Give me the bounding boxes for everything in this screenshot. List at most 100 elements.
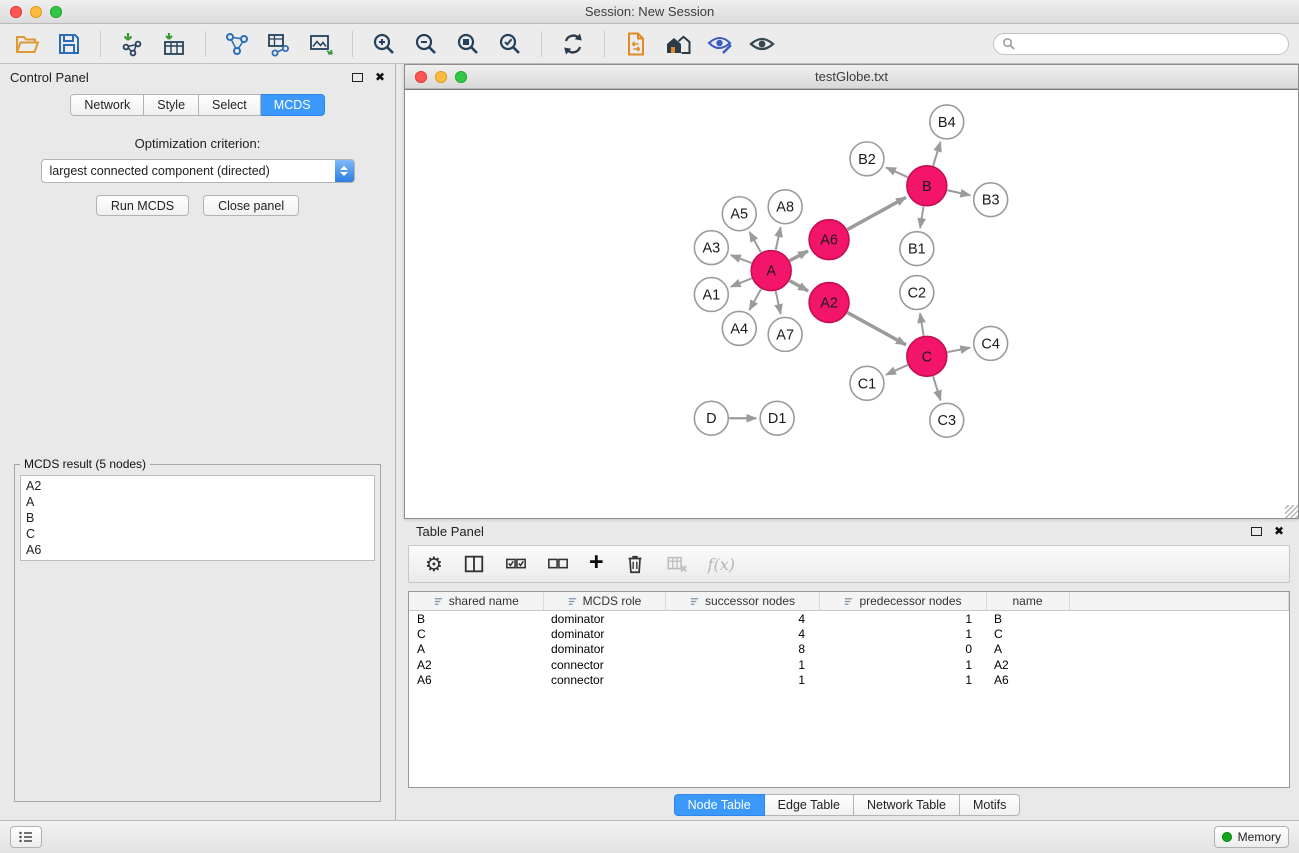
- edge-A-A2[interactable]: [790, 281, 809, 291]
- import-table-button[interactable]: [157, 29, 191, 59]
- edge-A-A6[interactable]: [790, 251, 808, 261]
- table-settings-button[interactable]: ⚙: [425, 550, 443, 578]
- node-C3[interactable]: C3: [930, 403, 964, 437]
- node-A7[interactable]: A7: [768, 317, 802, 351]
- minimize-window-button[interactable]: [30, 6, 42, 18]
- run-mcds-button[interactable]: Run MCDS: [96, 195, 189, 216]
- new-network-button[interactable]: [220, 29, 254, 59]
- import-network-button[interactable]: [115, 29, 149, 59]
- tab-edge-table[interactable]: Edge Table: [765, 794, 854, 816]
- node-A4[interactable]: A4: [722, 311, 756, 345]
- criterion-select[interactable]: largest connected component (directed): [41, 159, 355, 183]
- maximize-window-button[interactable]: [50, 6, 62, 18]
- result-item[interactable]: C: [26, 526, 369, 542]
- close-panel-icon[interactable]: ✖: [1274, 525, 1284, 537]
- edge-C-C3[interactable]: [933, 376, 940, 400]
- export-image-button[interactable]: [304, 29, 338, 59]
- resize-grip[interactable]: [1285, 505, 1298, 518]
- table-row[interactable]: Cdominator41C: [409, 626, 1289, 642]
- add-column-button[interactable]: +: [589, 550, 604, 578]
- node-C2[interactable]: C2: [900, 276, 934, 310]
- node-C1[interactable]: C1: [850, 366, 884, 400]
- column-header-mcds-role[interactable]: MCDS role: [543, 592, 665, 611]
- show-hide-graphics-button[interactable]: [745, 29, 779, 59]
- save-session-button[interactable]: [52, 29, 86, 59]
- column-header-predecessor-nodes[interactable]: predecessor nodes: [819, 592, 986, 611]
- open-session-button[interactable]: [10, 29, 44, 59]
- node-A3[interactable]: A3: [694, 231, 728, 265]
- tab-node-table[interactable]: Node Table: [674, 794, 765, 816]
- apply-layout-button[interactable]: [556, 29, 590, 59]
- edge-B-B1[interactable]: [920, 206, 923, 228]
- table-row[interactable]: A6connector11A6: [409, 673, 1289, 689]
- float-panel-icon[interactable]: [352, 73, 363, 82]
- close-panel-icon[interactable]: ✖: [375, 71, 385, 83]
- network-overview-button[interactable]: [661, 29, 695, 59]
- tab-network[interactable]: Network: [70, 94, 144, 116]
- node-C[interactable]: C: [907, 336, 947, 376]
- tab-network-table[interactable]: Network Table: [854, 794, 960, 816]
- node-C4[interactable]: C4: [974, 326, 1008, 360]
- node-A6[interactable]: A6: [809, 220, 849, 260]
- edge-B-B4[interactable]: [933, 142, 940, 166]
- zoom-fit-button[interactable]: [451, 29, 485, 59]
- memory-button[interactable]: Memory: [1214, 826, 1289, 848]
- column-header-name[interactable]: name: [986, 592, 1069, 611]
- search-box[interactable]: [993, 33, 1289, 55]
- table-row[interactable]: Adominator80A: [409, 642, 1289, 658]
- node-A8[interactable]: A8: [768, 190, 802, 224]
- table-row[interactable]: A2connector11A2: [409, 657, 1289, 673]
- table-row[interactable]: Bdominator41B: [409, 611, 1289, 627]
- select-all-button[interactable]: [505, 550, 527, 578]
- node-A5[interactable]: A5: [722, 197, 756, 231]
- edge-A-A4[interactable]: [749, 289, 761, 310]
- delete-column-button[interactable]: [624, 550, 646, 578]
- edge-A-A5[interactable]: [750, 232, 761, 252]
- result-item[interactable]: A6: [26, 542, 369, 558]
- close-window-button[interactable]: [415, 71, 427, 83]
- node-D1[interactable]: D1: [760, 401, 794, 435]
- node-B2[interactable]: B2: [850, 142, 884, 176]
- zoom-in-button[interactable]: [367, 29, 401, 59]
- column-header-shared-name[interactable]: shared name: [409, 592, 543, 611]
- result-item[interactable]: A2: [26, 478, 369, 494]
- column-header-successor-nodes[interactable]: successor nodes: [665, 592, 819, 611]
- zoom-selected-button[interactable]: [493, 29, 527, 59]
- float-panel-icon[interactable]: [1251, 527, 1262, 536]
- network-from-table-button[interactable]: [262, 29, 296, 59]
- session-file-button[interactable]: [619, 29, 653, 59]
- edge-B-B3[interactable]: [947, 190, 970, 195]
- edge-A6-B[interactable]: [847, 197, 905, 229]
- task-history-button[interactable]: [10, 826, 42, 848]
- node-B4[interactable]: B4: [930, 105, 964, 139]
- network-canvas[interactable]: AA1A2A3A4A5A6A7A8BB1B2B3B4CC1C2C3C4DD1: [405, 89, 1298, 518]
- edge-A-A3[interactable]: [731, 255, 752, 263]
- show-columns-button[interactable]: [463, 550, 485, 578]
- edge-A-A8[interactable]: [776, 227, 781, 250]
- node-A2[interactable]: A2: [809, 283, 849, 323]
- maximize-window-button[interactable]: [455, 71, 467, 83]
- node-B1[interactable]: B1: [900, 232, 934, 266]
- network-graph[interactable]: AA1A2A3A4A5A6A7A8BB1B2B3B4CC1C2C3C4DD1: [405, 90, 1298, 518]
- edge-A-A7[interactable]: [776, 291, 781, 314]
- search-input[interactable]: [1020, 37, 1280, 51]
- deselect-all-button[interactable]: [547, 550, 569, 578]
- close-panel-button[interactable]: Close panel: [203, 195, 299, 216]
- result-item[interactable]: B: [26, 510, 369, 526]
- close-window-button[interactable]: [10, 6, 22, 18]
- tab-select[interactable]: Select: [199, 94, 261, 116]
- edge-C-C2[interactable]: [920, 313, 924, 336]
- node-A[interactable]: A: [751, 251, 791, 291]
- mcds-result-list[interactable]: A2ABCA6: [20, 475, 375, 561]
- edge-C-C1[interactable]: [886, 365, 908, 375]
- edge-A2-C[interactable]: [847, 313, 905, 345]
- edge-A-A1[interactable]: [731, 278, 752, 286]
- node-B[interactable]: B: [907, 166, 947, 206]
- node-B3[interactable]: B3: [974, 183, 1008, 217]
- tab-style[interactable]: Style: [144, 94, 199, 116]
- tab-motifs[interactable]: Motifs: [960, 794, 1020, 816]
- show-hide-annotations-button[interactable]: [703, 29, 737, 59]
- result-item[interactable]: A: [26, 494, 369, 510]
- zoom-out-button[interactable]: [409, 29, 443, 59]
- minimize-window-button[interactable]: [435, 71, 447, 83]
